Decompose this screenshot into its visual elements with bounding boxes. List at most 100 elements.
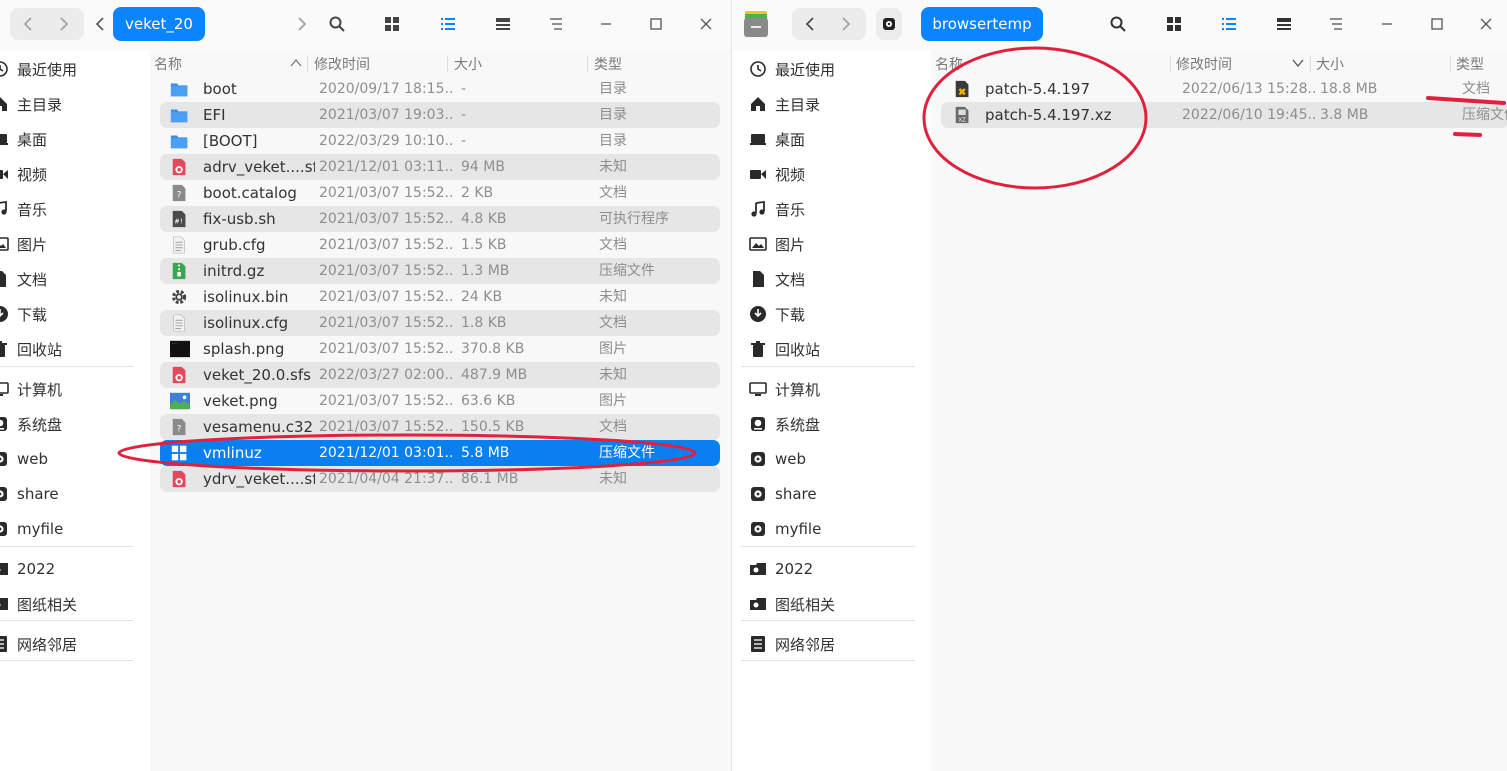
sidebar-item-12[interactable]: share bbox=[0, 479, 59, 509]
back-button[interactable] bbox=[792, 8, 828, 40]
icon-view-button[interactable] bbox=[380, 8, 404, 40]
breadcrumb-current[interactable]: browsertemp bbox=[921, 7, 1043, 41]
sidebar-item-10[interactable]: 系统盘 bbox=[749, 409, 820, 439]
sidebar-item-16[interactable]: 网络邻居 bbox=[749, 629, 835, 659]
file-row[interactable]: XZ patch-5.4.197.xz 2022/06/10 19:45... 3.8… bbox=[941, 102, 1507, 128]
sidebar-item-11[interactable]: web bbox=[749, 444, 806, 474]
sidebar-item-9[interactable]: 计算机 bbox=[0, 374, 62, 404]
sidebar-item-13[interactable]: myfile bbox=[749, 514, 821, 544]
sidebar-item-6[interactable]: 文档 bbox=[0, 264, 47, 294]
maximize-button[interactable] bbox=[1425, 8, 1449, 40]
breadcrumb-forward-button[interactable] bbox=[292, 8, 312, 40]
file-row[interactable]: splash.png 2021/03/07 15:52... 370.8 KB 图片 bbox=[160, 336, 720, 362]
column-divider[interactable] bbox=[1450, 56, 1451, 72]
sidebar-item-5[interactable]: 图片 bbox=[0, 229, 47, 259]
list-view-button[interactable] bbox=[1217, 8, 1241, 40]
sidebar-item-15[interactable]: 图纸相关 bbox=[0, 589, 77, 619]
file-size: 18.8 MB bbox=[1320, 81, 1378, 97]
column-divider[interactable] bbox=[1310, 56, 1311, 72]
sidebar-item-2[interactable]: 桌面 bbox=[0, 124, 47, 154]
minimize-button[interactable] bbox=[594, 8, 618, 40]
detail-view-button[interactable] bbox=[1272, 8, 1296, 40]
list-view-button[interactable] bbox=[436, 8, 460, 40]
sort-descending-icon[interactable] bbox=[1292, 58, 1304, 68]
search-button[interactable] bbox=[1106, 8, 1130, 40]
sidebar-item-14[interactable]: 2022 bbox=[749, 554, 813, 584]
file-row[interactable]: EFI 2021/03/07 19:03... - 目录 bbox=[160, 102, 720, 128]
sidebar-item-4[interactable]: 音乐 bbox=[0, 194, 47, 224]
menu-button[interactable] bbox=[544, 8, 568, 40]
sidebar-item-8[interactable]: 回收站 bbox=[0, 334, 62, 364]
sidebar-item-0[interactable]: 最近使用 bbox=[749, 54, 835, 84]
column-header-type[interactable]: 类型 bbox=[594, 54, 622, 74]
file-row[interactable]: ydrv_veket....sfs 2021/04/04 21:37... 86.1… bbox=[160, 466, 720, 492]
column-header-size[interactable]: 大小 bbox=[454, 54, 482, 74]
drive-location-button[interactable] bbox=[876, 8, 902, 40]
sidebar-item-2[interactable]: 桌面 bbox=[749, 124, 805, 154]
search-button[interactable] bbox=[325, 8, 349, 40]
windows-icon bbox=[171, 445, 187, 461]
maximize-button[interactable] bbox=[644, 8, 668, 40]
sidebar-item-0[interactable]: 最近使用 bbox=[0, 54, 77, 84]
file-row[interactable]: grub.cfg 2021/03/07 15:52... 1.5 KB 文档 bbox=[160, 232, 720, 258]
file-row[interactable]: isolinux.cfg 2021/03/07 15:52... 1.8 KB 文档 bbox=[160, 310, 720, 336]
sidebar-item-11[interactable]: web bbox=[0, 444, 48, 474]
sidebar-item-3[interactable]: 视频 bbox=[0, 159, 47, 189]
close-button[interactable] bbox=[694, 8, 718, 40]
file-name: initrd.gz bbox=[203, 262, 265, 280]
sidebar-divider bbox=[741, 546, 915, 547]
file-row[interactable]: vmlinuz 2021/12/01 03:01... 5.8 MB 压缩文件 bbox=[160, 440, 720, 466]
column-header-size[interactable]: 大小 bbox=[1316, 54, 1344, 74]
sidebar-item-6[interactable]: 文档 bbox=[749, 264, 805, 294]
column-header-type[interactable]: 类型 bbox=[1456, 54, 1484, 74]
file-row[interactable]: ? boot.catalog 2021/03/07 15:52... 2 KB 文档 bbox=[160, 180, 720, 206]
sidebar-item-5[interactable]: 图片 bbox=[749, 229, 805, 259]
column-divider[interactable] bbox=[307, 56, 308, 72]
sidebar-item-3[interactable]: 视频 bbox=[749, 159, 805, 189]
icon-view-button[interactable] bbox=[1162, 8, 1186, 40]
sidebar-item-14[interactable]: 2022 bbox=[0, 554, 55, 584]
file-row[interactable]: isolinux.bin 2021/03/07 15:52... 24 KB 未知 bbox=[160, 284, 720, 310]
detail-view-button[interactable] bbox=[491, 8, 515, 40]
column-header-modified[interactable]: 修改时间 bbox=[314, 54, 370, 74]
column-divider[interactable] bbox=[447, 56, 448, 72]
file-row[interactable]: adrv_veket....sfs 2021/12/01 03:11... 94 M… bbox=[160, 154, 720, 180]
sidebar-item-1[interactable]: 主目录 bbox=[0, 89, 62, 119]
close-button[interactable] bbox=[1474, 8, 1498, 40]
sidebar-item-9[interactable]: 计算机 bbox=[749, 374, 820, 404]
file-row[interactable]: veket_20.0.sfs 2022/03/27 02:00... 487.9 M… bbox=[160, 362, 720, 388]
forward-button[interactable] bbox=[828, 8, 864, 40]
breadcrumb-current[interactable]: veket_20 bbox=[113, 7, 205, 41]
file-name: splash.png bbox=[203, 340, 285, 358]
file-row[interactable]: boot 2020/09/17 18:15... - 目录 bbox=[160, 76, 720, 102]
column-divider[interactable] bbox=[587, 56, 588, 72]
file-row[interactable]: patch-5.4.197 2022/06/13 15:28... 18.8 MB 文… bbox=[941, 76, 1507, 102]
landscape-image-icon bbox=[170, 392, 190, 410]
minimize-button[interactable] bbox=[1375, 8, 1399, 40]
file-row[interactable]: #! fix-usb.sh 2021/03/07 15:52... 4.8 KB 可执行… bbox=[160, 206, 720, 232]
sort-ascending-icon[interactable] bbox=[290, 58, 302, 68]
back-button[interactable] bbox=[10, 8, 46, 40]
forward-button[interactable] bbox=[46, 8, 82, 40]
file-row[interactable]: veket.png 2021/03/07 15:52... 63.6 KB 图片 bbox=[160, 388, 720, 414]
column-header-modified[interactable]: 修改时间 bbox=[1176, 54, 1232, 74]
sidebar-item-10[interactable]: 系统盘 bbox=[0, 409, 62, 439]
sidebar-item-13[interactable]: myfile bbox=[0, 514, 63, 544]
sidebar-item-15[interactable]: 图纸相关 bbox=[749, 589, 835, 619]
file-row[interactable]: ? vesamenu.c32 2021/03/07 15:52... 150.5 KB… bbox=[160, 414, 720, 440]
file-row[interactable]: [BOOT] 2022/03/29 10:10... - 目录 bbox=[160, 128, 720, 154]
column-header-name[interactable]: 名称 bbox=[935, 54, 963, 74]
column-divider[interactable] bbox=[1170, 56, 1171, 72]
sidebar-item-1[interactable]: 主目录 bbox=[749, 89, 820, 119]
sidebar-item-7[interactable]: 下载 bbox=[0, 299, 47, 329]
sidebar-item-16[interactable]: 网络邻居 bbox=[0, 629, 77, 659]
sidebar-item-7[interactable]: 下载 bbox=[749, 299, 805, 329]
sidebar-item-12[interactable]: share bbox=[749, 479, 817, 509]
sidebar-item-8[interactable]: 回收站 bbox=[749, 334, 820, 364]
breadcrumb-back-button[interactable] bbox=[90, 8, 110, 40]
menu-button[interactable] bbox=[1324, 8, 1348, 40]
sidebar-item-4[interactable]: 音乐 bbox=[749, 194, 805, 224]
file-row[interactable]: initrd.gz 2021/03/07 15:52... 1.3 MB 压缩文件 bbox=[160, 258, 720, 284]
column-header-name[interactable]: 名称 bbox=[154, 54, 182, 74]
hamburger-menu-icon bbox=[1330, 18, 1342, 30]
